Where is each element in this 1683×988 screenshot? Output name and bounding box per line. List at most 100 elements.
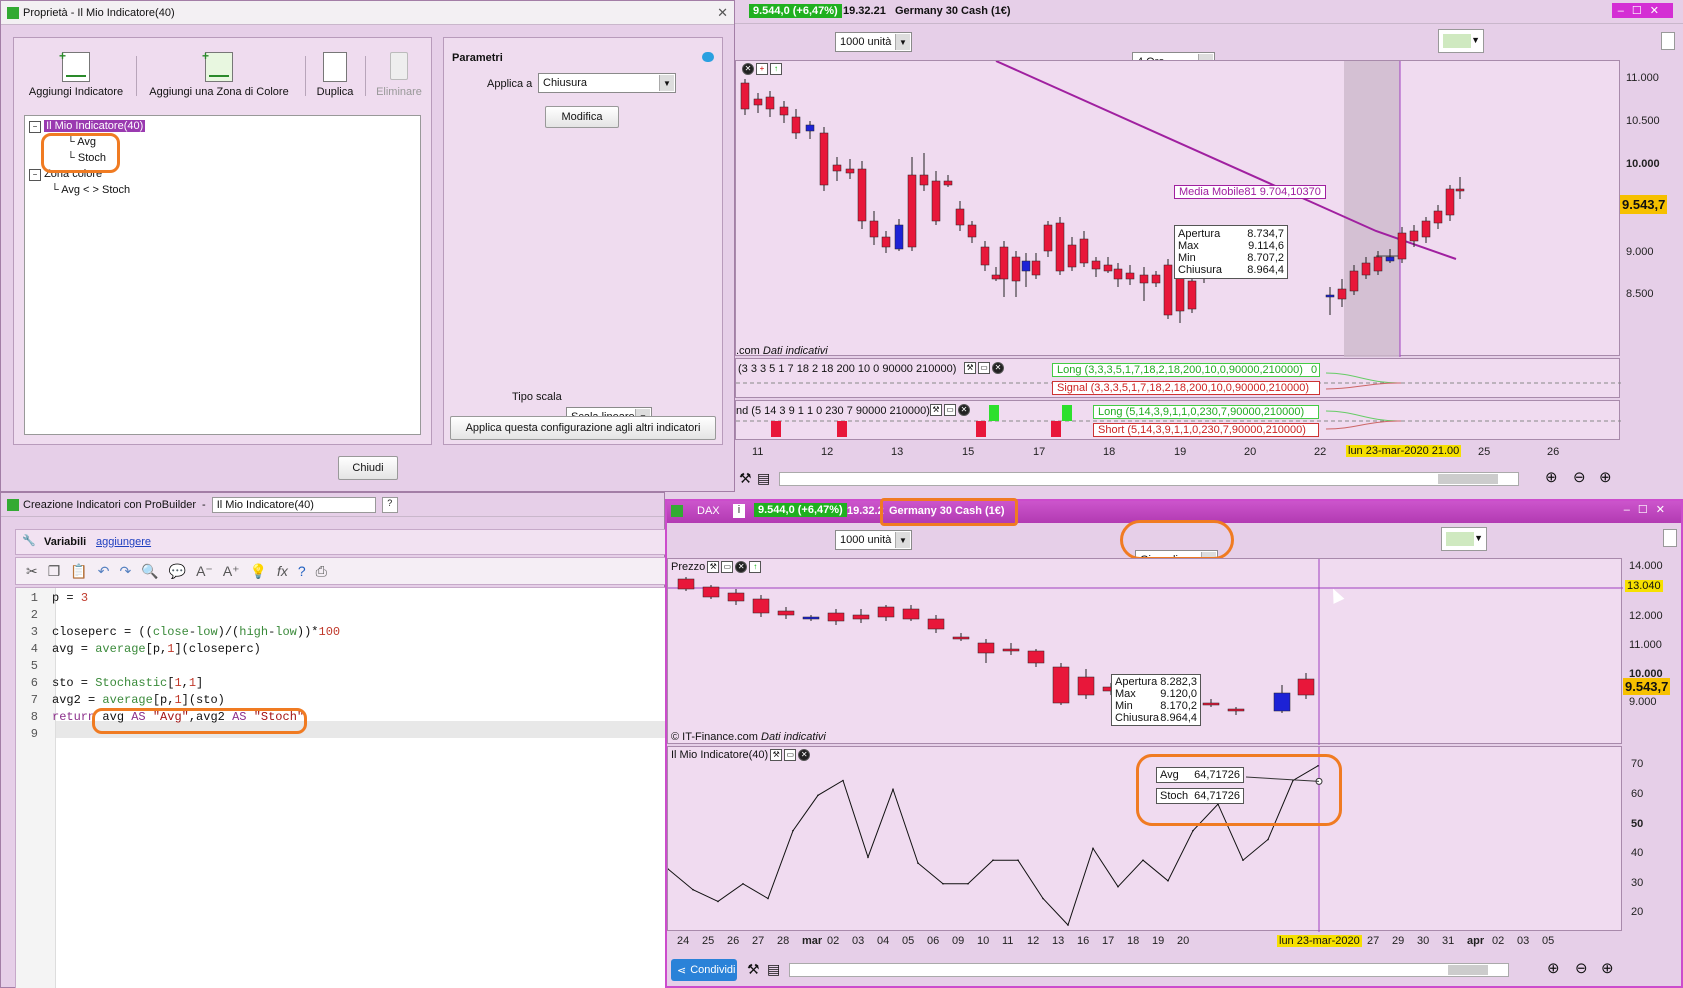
candle[interactable] — [845, 168, 855, 174]
font-increase-icon[interactable]: A⁺ — [223, 563, 240, 580]
duplicate-button[interactable]: Duplica — [310, 52, 360, 98]
code-editor[interactable]: 1 p = 3 2 3 closeperc = ((close-low)/(high-l… — [15, 587, 667, 988]
paste-icon[interactable]: 📋 — [70, 563, 87, 580]
candle[interactable] — [1227, 708, 1245, 712]
candle[interactable] — [1067, 244, 1077, 268]
crosshair-icon[interactable]: ⚒ — [739, 470, 752, 487]
wrench-icon[interactable]: ⚒ — [707, 561, 720, 573]
window-controls[interactable]: –☐✕ — [1624, 503, 1673, 516]
window-icon[interactable]: ▭ — [978, 362, 990, 374]
candle[interactable] — [1445, 188, 1455, 216]
candle[interactable] — [1273, 692, 1291, 712]
candle[interactable] — [727, 592, 745, 602]
window-icon[interactable]: ▭ — [944, 404, 956, 416]
candle[interactable] — [894, 224, 904, 250]
candle[interactable] — [1011, 256, 1021, 282]
candle[interactable] — [1043, 224, 1053, 252]
candle[interactable] — [805, 124, 815, 132]
candle[interactable] — [907, 174, 917, 248]
candle[interactable] — [991, 274, 1001, 280]
candle[interactable] — [1139, 274, 1149, 284]
zoom-in-icon[interactable]: ⊕ — [1601, 959, 1614, 977]
reset-zoom-icon[interactable]: ⊕ — [1545, 468, 1558, 486]
info-icon[interactable] — [702, 52, 714, 62]
candle[interactable] — [952, 636, 970, 640]
help-icon[interactable]: ? — [381, 496, 398, 513]
detach-icon[interactable] — [1661, 32, 1675, 50]
candle[interactable] — [1027, 650, 1045, 664]
candle[interactable] — [819, 132, 829, 186]
function-icon[interactable]: fx — [277, 563, 288, 579]
collapse-icon[interactable]: − — [29, 169, 41, 181]
search-icon[interactable]: 🔍 — [141, 563, 158, 580]
code-line[interactable]: 3 closeperc = ((close-low)/(high-low))*10… — [16, 624, 340, 641]
chart-type-button[interactable]: ▼ — [1441, 527, 1487, 551]
zoom-out-icon[interactable]: ⊖ — [1575, 959, 1588, 977]
candle[interactable] — [1113, 268, 1123, 280]
indicator-name-field[interactable]: Il Mio Indicatore(40) — [211, 496, 376, 513]
candle[interactable] — [827, 612, 845, 622]
candle[interactable] — [1125, 272, 1135, 280]
add-color-zone-button[interactable]: + Aggiungi una Zona di Colore — [144, 49, 294, 98]
code-line[interactable]: 2 — [16, 607, 340, 624]
close-icon[interactable]: ✕ — [992, 362, 1004, 374]
close-icon[interactable]: ✕ — [798, 749, 811, 761]
candle[interactable] — [999, 246, 1009, 280]
code-line[interactable]: 5 — [16, 658, 340, 675]
units-select[interactable]: 1000 unità ▼ — [835, 530, 912, 550]
zoom-out-icon[interactable]: ⊖ — [1573, 468, 1586, 486]
candle[interactable] — [1151, 274, 1161, 284]
candle[interactable] — [1091, 260, 1101, 270]
info-icon[interactable]: i — [733, 504, 745, 518]
close-icon[interactable]: ✕ — [958, 404, 970, 416]
candle[interactable] — [802, 616, 820, 620]
units-select[interactable]: 1000 unità ▼ — [835, 32, 912, 52]
tree-zone-child[interactable]: └ Avg < > Stoch — [51, 184, 130, 196]
wrench-icon[interactable]: ⚒ — [770, 749, 783, 761]
candle[interactable] — [1337, 288, 1347, 300]
candle[interactable] — [943, 180, 953, 186]
candle[interactable] — [1373, 256, 1383, 272]
candle[interactable] — [869, 220, 879, 238]
candle[interactable] — [1361, 262, 1371, 276]
code-line[interactable]: 7 avg2 = average[p,1](sto) — [16, 692, 340, 709]
calendar-icon[interactable]: ▤ — [767, 961, 780, 978]
candle[interactable] — [1103, 264, 1113, 272]
candle[interactable] — [1002, 648, 1020, 652]
candle[interactable] — [1077, 676, 1095, 696]
code-line[interactable]: 6 sto = Stochastic[1,1] — [16, 675, 340, 692]
apply-all-button[interactable]: Applica questa configurazione agli altri… — [450, 416, 716, 440]
candle[interactable] — [1163, 264, 1173, 316]
candle[interactable] — [1021, 260, 1031, 272]
candle[interactable] — [927, 618, 945, 630]
candle[interactable] — [1297, 678, 1315, 696]
candle[interactable] — [1455, 188, 1465, 192]
cut-icon[interactable]: ✂ — [26, 563, 38, 580]
zoom-in-icon[interactable]: ⊕ — [1599, 468, 1612, 486]
candle[interactable] — [1202, 702, 1220, 706]
reset-zoom-icon[interactable]: ⊕ — [1547, 959, 1560, 977]
candle[interactable] — [832, 164, 842, 172]
font-decrease-icon[interactable]: A⁻ — [196, 563, 213, 580]
chart-type-button[interactable]: ▼ — [1438, 29, 1484, 53]
delete-button[interactable]: Eliminare — [369, 52, 429, 98]
add-indicator-button[interactable]: + Aggiungi Indicatore — [26, 49, 126, 98]
wrench-icon[interactable]: ⚒ — [964, 362, 976, 374]
candle[interactable] — [779, 106, 789, 116]
candle[interactable] — [752, 598, 770, 614]
candle[interactable] — [1385, 256, 1395, 262]
time-scrollbar[interactable] — [779, 472, 1519, 486]
candle[interactable] — [765, 96, 775, 110]
candle[interactable] — [1433, 210, 1443, 224]
candle[interactable] — [1325, 294, 1335, 298]
ind1-tools[interactable]: ⚒ ▭ ✕ — [964, 362, 1004, 374]
candle[interactable] — [852, 614, 870, 620]
redo-icon[interactable]: ↷ — [119, 563, 131, 580]
comment-icon[interactable]: 💬 — [169, 563, 186, 580]
candle[interactable] — [881, 236, 891, 248]
window-icon[interactable]: ▭ — [784, 749, 797, 761]
top-price-chart[interactable] — [736, 61, 1621, 357]
candle[interactable] — [919, 174, 929, 186]
candle[interactable] — [967, 224, 977, 238]
calendar-icon[interactable]: ▤ — [757, 470, 770, 487]
